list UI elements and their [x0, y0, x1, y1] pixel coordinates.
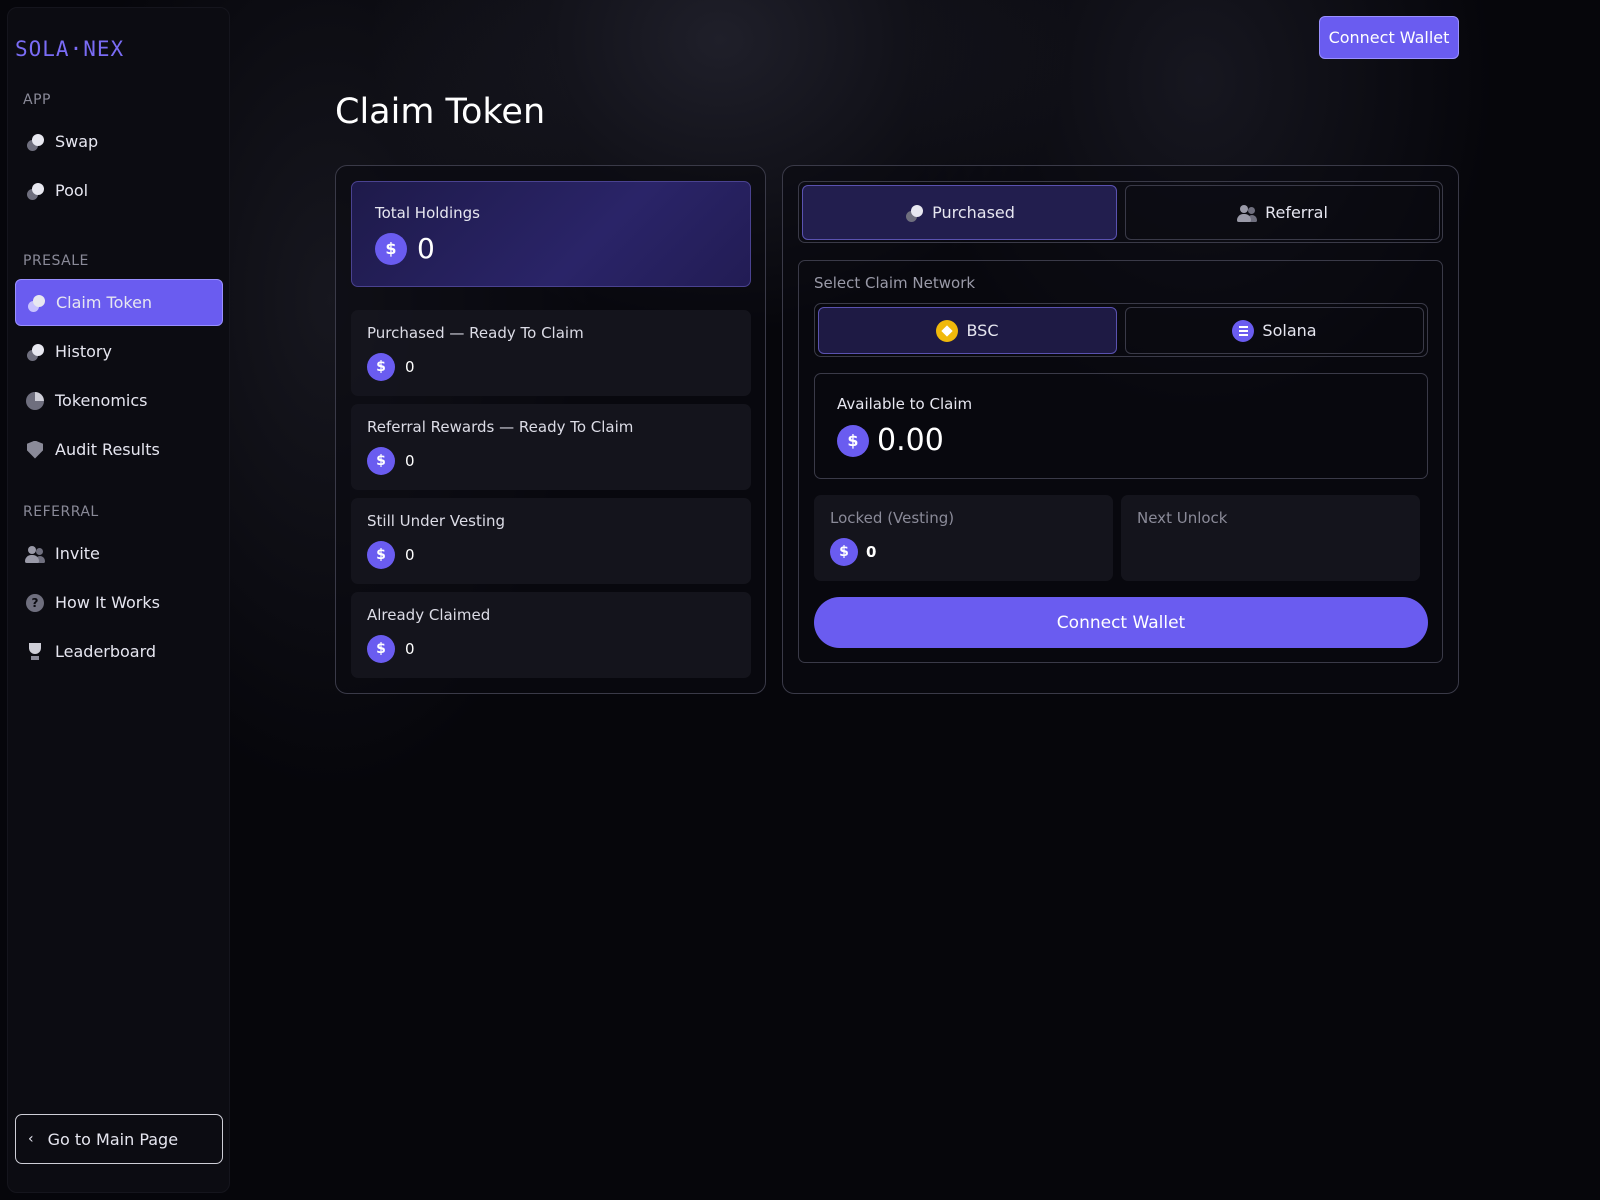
- section-label-app: APP: [23, 92, 51, 108]
- sidebar-item-label: Swap: [55, 132, 99, 151]
- coins-icon: [25, 181, 45, 201]
- claim-type-tabs: Purchased Referral: [798, 181, 1443, 243]
- holdings-panel: Total Holdings $ 0 Purchased — Ready To …: [335, 165, 766, 694]
- help-icon: ?: [25, 593, 45, 613]
- coins-icon: [904, 203, 924, 223]
- stat-label: Still Under Vesting: [367, 512, 506, 530]
- stat-label: Purchased — Ready To Claim: [367, 324, 584, 342]
- trophy-icon: [25, 642, 45, 662]
- network-selector: BSC Solana: [814, 303, 1428, 357]
- token-icon: $: [830, 538, 858, 566]
- stat-card-purchased: Purchased — Ready To Claim $ 0: [351, 310, 751, 396]
- sidebar-item-label: History: [55, 342, 112, 361]
- stat-card-under-vesting: Still Under Vesting $ 0: [351, 498, 751, 584]
- total-holdings-card: Total Holdings $ 0: [351, 181, 751, 287]
- section-label-referral: REFERRAL: [23, 504, 99, 520]
- users-icon: [1237, 203, 1258, 223]
- tab-label: Purchased: [932, 203, 1015, 222]
- tab-referral[interactable]: Referral: [1125, 185, 1440, 240]
- sidebar-item-label: Leaderboard: [55, 642, 157, 661]
- solana-icon: [1232, 319, 1255, 342]
- go-to-main-page-button[interactable]: ‹ Go to Main Page: [15, 1114, 223, 1164]
- network-label: Select Claim Network: [814, 274, 976, 292]
- sidebar-item-pool[interactable]: Pool: [15, 167, 223, 214]
- bnb-icon: [936, 319, 959, 342]
- stat-label: Referral Rewards — Ready To Claim: [367, 418, 634, 436]
- chevron-left-icon: ‹: [28, 1131, 34, 1147]
- locked-value: 0: [866, 543, 877, 561]
- sidebar-item-how-it-works[interactable]: ? How It Works: [15, 579, 223, 626]
- network-option-label: BSC: [966, 321, 999, 340]
- available-label: Available to Claim: [837, 395, 973, 413]
- sidebar-item-label: Claim Token: [56, 293, 153, 312]
- stat-value: 0: [405, 452, 415, 470]
- network-option-label: Solana: [1262, 321, 1317, 340]
- available-value: 0.00: [877, 423, 944, 458]
- stat-value: 0: [405, 546, 415, 564]
- locked-vesting-card: Locked (Vesting) $ 0: [814, 495, 1113, 581]
- token-icon: $: [367, 353, 395, 381]
- token-icon: $: [367, 541, 395, 569]
- sidebar-item-label: Pool: [55, 181, 89, 200]
- pie-chart-icon: [25, 391, 45, 411]
- sidebar-item-audit-results[interactable]: Audit Results: [15, 426, 223, 473]
- available-to-claim-card: Available to Claim $ 0.00: [814, 373, 1428, 479]
- token-icon: $: [837, 424, 869, 457]
- sidebar-item-leaderboard[interactable]: Leaderboard: [15, 628, 223, 675]
- sidebar-item-claim-token[interactable]: Claim Token: [15, 279, 223, 326]
- shield-icon: [25, 440, 45, 460]
- next-unlock-card: Next Unlock: [1121, 495, 1420, 581]
- sidebar-item-tokenomics[interactable]: Tokenomics: [15, 377, 223, 424]
- total-holdings-label: Total Holdings: [375, 204, 480, 222]
- claim-network-box: Select Claim Network BSC Solana Availabl…: [798, 260, 1443, 663]
- coins-icon: [25, 132, 45, 152]
- logo[interactable]: SOLA·NEX: [15, 37, 124, 61]
- stat-value: 0: [405, 640, 415, 658]
- section-label-presale: PRESALE: [23, 253, 89, 269]
- page-title: Claim Token: [335, 92, 546, 132]
- sidebar: SOLA·NEX APP Swap Pool PRESALE Claim Tok…: [7, 7, 230, 1193]
- stat-label: Already Claimed: [367, 606, 491, 624]
- tab-label: Referral: [1265, 203, 1328, 222]
- network-option-bsc[interactable]: BSC: [818, 307, 1117, 354]
- sidebar-item-label: Invite: [55, 544, 100, 563]
- sidebar-item-history[interactable]: History: [15, 328, 223, 375]
- sidebar-item-invite[interactable]: Invite: [15, 530, 223, 577]
- stat-card-referral-rewards: Referral Rewards — Ready To Claim $ 0: [351, 404, 751, 490]
- token-icon: $: [367, 447, 395, 475]
- connect-wallet-button[interactable]: Connect Wallet: [1319, 16, 1459, 59]
- total-holdings-value: 0: [417, 232, 435, 265]
- sidebar-item-label: Tokenomics: [55, 391, 148, 410]
- claim-panel: Purchased Referral Select Claim Network …: [782, 165, 1459, 694]
- back-label: Go to Main Page: [47, 1129, 179, 1149]
- stat-value: 0: [405, 358, 415, 376]
- sidebar-item-label: Audit Results: [55, 440, 160, 459]
- coins-icon: [25, 342, 45, 362]
- tab-purchased[interactable]: Purchased: [802, 185, 1117, 240]
- locked-label: Locked (Vesting): [830, 509, 955, 527]
- users-icon: [25, 544, 45, 564]
- stat-card-already-claimed: Already Claimed $ 0: [351, 592, 751, 678]
- token-icon: $: [367, 635, 395, 663]
- token-icon: $: [375, 232, 407, 265]
- sidebar-item-swap[interactable]: Swap: [15, 118, 223, 165]
- claim-connect-wallet-button[interactable]: Connect Wallet: [814, 597, 1428, 648]
- coins-icon: [26, 293, 46, 313]
- network-option-solana[interactable]: Solana: [1125, 307, 1424, 354]
- sidebar-item-label: How It Works: [55, 593, 160, 612]
- next-unlock-label: Next Unlock: [1137, 509, 1228, 527]
